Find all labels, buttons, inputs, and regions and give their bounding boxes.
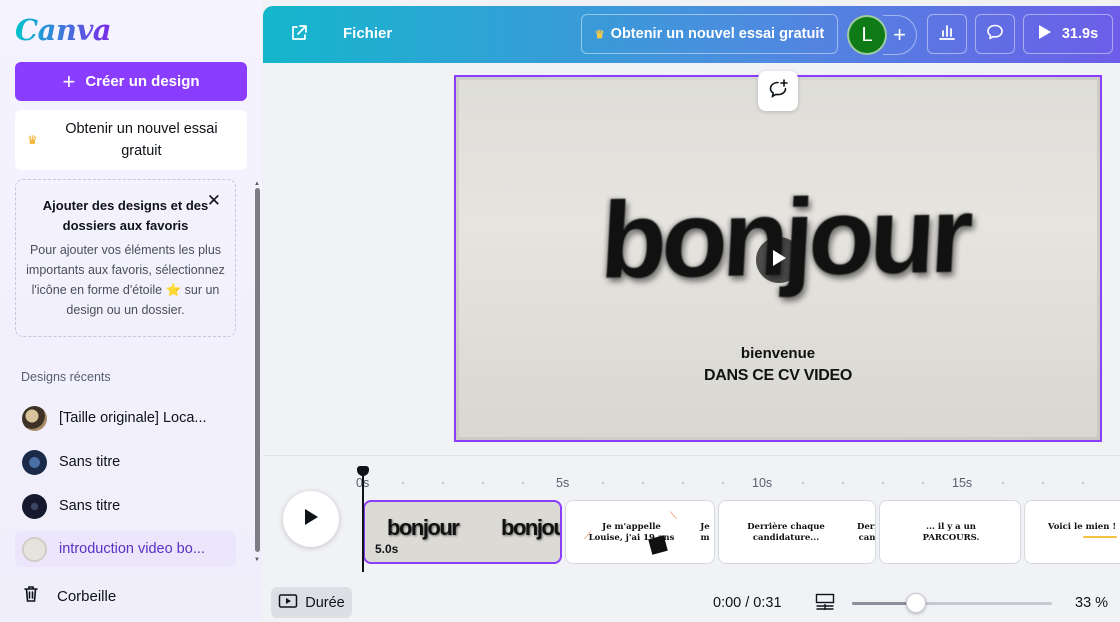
comments-button[interactable] [975,14,1015,54]
clip-caption-peek: Derr can [857,522,876,543]
timeline-tick-label: 15s [952,476,973,490]
tick-dot [922,482,924,484]
playback-time: 0:00 / 0:31 [713,595,782,611]
favorites-hint-description: Pour ajouter vos éléments les plus impor… [26,243,225,317]
add-people-button[interactable]: + [883,15,917,55]
tick-dot [602,482,604,484]
tick-dot [1082,482,1084,484]
design-thumbnail [22,449,47,475]
zoom-slider-handle[interactable] [906,593,926,613]
recent-design-item[interactable]: Sans titre [15,444,236,480]
tick-dot [722,482,724,484]
add-comment-button[interactable] [758,71,798,111]
zoom-percentage[interactable]: 33 % [1075,595,1108,611]
trash-label: Corbeille [57,587,117,605]
insights-button[interactable] [927,14,967,54]
tick-dot [522,482,524,484]
scroll-up-icon[interactable]: ▲ [254,181,260,187]
slide-subtitle[interactable]: bienvenue [456,345,1100,362]
clip-caption: Voici le mien ! [1047,522,1117,532]
present-play-button[interactable]: 31.9s [1023,14,1113,54]
comment-icon [985,22,1005,47]
tick-dot [402,482,404,484]
clip-duration: 5.0s [375,542,399,556]
tick-dot [1042,482,1044,484]
sidebar: Canva + Créer un design ♛ Obtenir un nou… [0,0,262,622]
timeline-play-button[interactable] [283,491,339,547]
duration-button[interactable]: Durée [271,587,352,618]
trash-icon [21,584,41,608]
play-icon [303,508,319,531]
plus-icon: + [62,68,76,94]
recent-design-label: [Taille originale] Loca... [59,410,207,426]
favorites-hint-title: Ajouter des designs et des dossiers aux … [42,198,209,233]
sidebar-scrollbar[interactable] [255,188,260,552]
favorites-hint-box: Ajouter des designs et des dossiers aux … [15,179,236,337]
create-design-button[interactable]: + Créer un design [15,62,247,101]
recent-design-label: Sans titre [59,454,121,470]
free-trial-label: Obtenir un nouvel essai gratuit [610,26,825,42]
design-thumbnail [22,405,47,431]
design-thumbnail [22,536,47,562]
clip-thumbnail-text: bonjour [387,515,460,540]
clip-caption-peek: Je m [700,522,710,543]
recent-design-label: Sans titre [59,498,121,514]
tick-dot [802,482,804,484]
timeline-clip[interactable]: Voici le mien ! [1024,500,1120,564]
timer-icon [278,593,298,613]
scroll-down-icon[interactable]: ▼ [254,557,260,563]
trash-button[interactable]: Corbeille [21,584,116,608]
duration-label: Durée [305,594,345,611]
free-trial-label: Obtenir un nouvel essai gratuit [65,121,218,159]
clip-underline [1083,536,1117,538]
recent-design-label: introduction video bo... [59,541,205,557]
recent-design-item-active[interactable]: introduction video bo... [15,531,236,567]
tick-dot [882,482,884,484]
clip-thumbnail-text: bonjour [501,515,560,540]
grid-view-icon[interactable] [815,593,835,616]
play-icon [771,249,787,272]
timeline-clip[interactable]: ⟋ Je m'appelle Louise, j'ai 19 ans ⟍ Je … [565,500,715,564]
external-link-icon[interactable] [289,23,309,48]
timeline-clip[interactable]: ... il y a un PARCOURS. [879,500,1021,564]
slide-caption[interactable]: DANS CE CV VIDEO [456,367,1100,385]
design-thumbnail [22,493,47,519]
sparkle-icon: ⟍ [670,511,677,522]
free-trial-button[interactable]: ♛ Obtenir un nouvel essai gratuit [581,14,838,54]
timeline-clip-selected[interactable]: bonjour bonjour 5.0s [363,500,562,564]
slide-play-button[interactable] [756,237,802,283]
clip-caption: Derrière chaque candidature... [747,522,825,543]
close-icon[interactable]: ✕ [207,191,221,211]
comment-add-icon [767,78,789,105]
free-trial-card[interactable]: ♛ Obtenir un nouvel essai gratuit [15,110,247,170]
tick-dot [442,482,444,484]
recent-design-item[interactable]: Sans titre [15,488,236,524]
playhead[interactable] [362,470,364,572]
clip-caption: ... il y a un PARCOURS. [922,522,980,543]
tick-dot [642,482,644,484]
timeline-tick-label: 5s [556,476,570,490]
recent-designs-heading: Designs récents [21,370,111,384]
canva-logo[interactable]: Canva [15,13,112,47]
slide-canvas[interactable]: bonjour bienvenue DANS CE CV VIDEO [454,75,1102,442]
tick-dot [682,482,684,484]
crown-icon: ♛ [594,28,605,41]
create-design-label: Créer un design [85,73,200,90]
bar-chart-icon [937,22,957,47]
avatar[interactable]: L [847,15,887,55]
top-bar: Fichier ♛ Obtenir un nouvel essai gratui… [263,6,1120,63]
play-duration: 31.9s [1061,26,1099,42]
tick-dot [482,482,484,484]
timeline-clip[interactable]: Derrière chaque candidature... Derr can [718,500,876,564]
play-icon [1038,24,1052,44]
recent-design-item[interactable]: [Taille originale] Loca... [15,400,236,436]
tick-dot [842,482,844,484]
timeline-tick-label: 10s [752,476,773,490]
file-menu[interactable]: Fichier [343,25,392,42]
crown-icon: ♛ [27,133,38,147]
tick-dot [1002,482,1004,484]
